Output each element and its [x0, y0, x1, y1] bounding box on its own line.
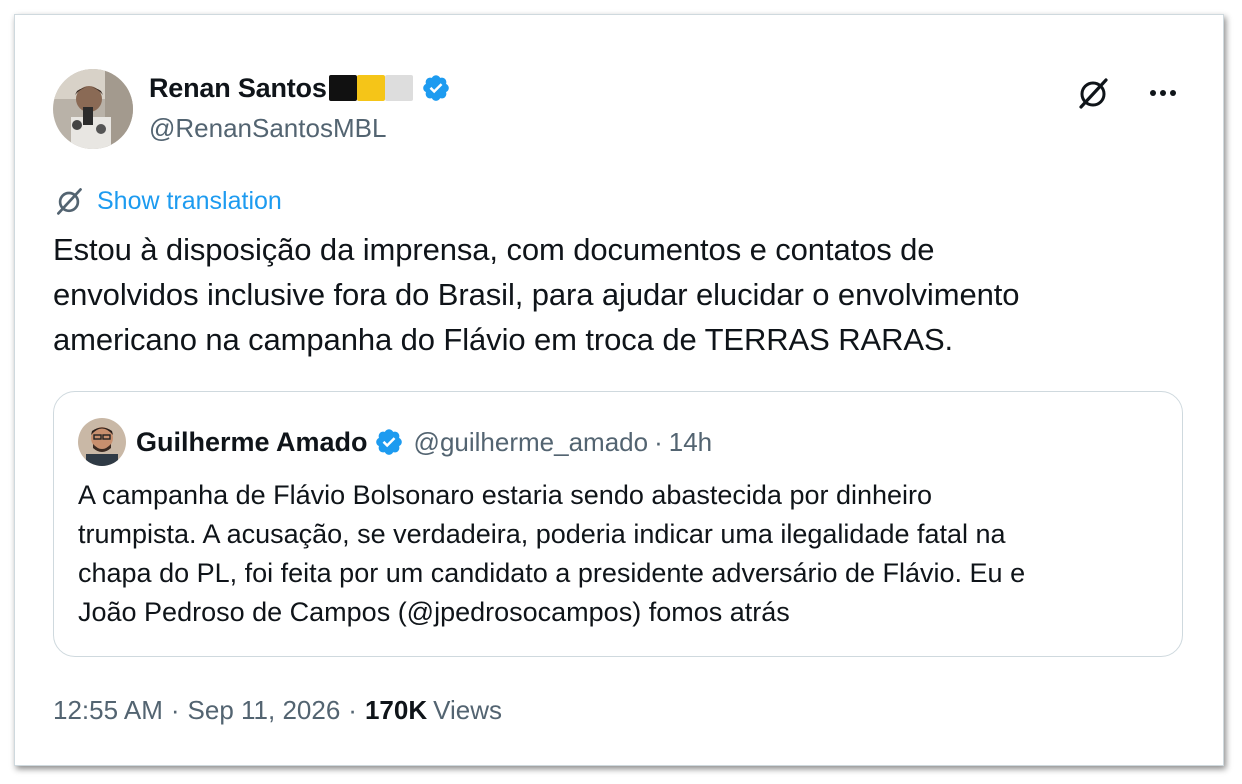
- more-icon: [1150, 90, 1176, 96]
- quote-text: A campanha de Flávio Bolsonaro estaria s…: [78, 476, 1168, 632]
- grok-button[interactable]: [1073, 73, 1113, 113]
- flag-black-square: [328, 75, 357, 101]
- quote-author-name[interactable]: Guilherme Amado: [136, 427, 368, 458]
- tweet-meta: 12:55 AM · Sep 11, 2026 · 170K Views: [53, 695, 502, 726]
- flag-yellow-square: [356, 75, 385, 101]
- tweet-text-line: americano na campanha do Flávio em troca…: [53, 322, 954, 357]
- verified-badge-icon: [422, 75, 449, 101]
- quote-author-handle[interactable]: @guilherme_amado: [414, 427, 649, 458]
- quote-text-line: João Pedroso de Campos (@jpedrosocampos)…: [78, 597, 790, 627]
- author-avatar[interactable]: [53, 69, 133, 149]
- grok-icon: [1079, 78, 1108, 109]
- tweet-text: Estou à disposição da imprensa, com docu…: [53, 227, 1193, 362]
- tweet-text-line: Estou à disposição da imprensa, com docu…: [53, 232, 935, 267]
- author-name[interactable]: Renan Santos: [149, 73, 327, 104]
- quote-timestamp[interactable]: 14h: [669, 427, 712, 458]
- tweet-text-line: envolvidos inclusive fora do Brasil, par…: [53, 277, 1020, 312]
- views-label: Views: [433, 695, 503, 725]
- tweet-date[interactable]: Sep 11, 2026: [188, 695, 341, 726]
- meta-separator: ·: [348, 695, 357, 725]
- translate-icon: [57, 188, 82, 215]
- translate-row[interactable]: Show translation: [53, 185, 282, 217]
- show-translation-link[interactable]: Show translation: [97, 187, 282, 216]
- quote-separator: ·: [654, 426, 663, 457]
- tweet-time[interactable]: 12:55 AM: [53, 695, 163, 726]
- flag-white-square: [384, 75, 413, 101]
- quote-text-line: A campanha de Flávio Bolsonaro estaria s…: [78, 480, 933, 510]
- author-avatar-image: [53, 69, 133, 149]
- author-name-row: Renan Santos: [149, 71, 451, 105]
- author-handle[interactable]: @RenanSantosMBL: [149, 113, 386, 144]
- quoted-tweet[interactable]: Guilherme Amado @guilherme_amado · 14h A…: [53, 391, 1183, 657]
- quote-text-line: chapa do PL, foi feita por um candidato …: [78, 558, 1026, 588]
- flag-emoji: [328, 75, 413, 101]
- views-count: 170K: [364, 695, 428, 725]
- quote-header: Guilherme Amado @guilherme_amado · 14h: [136, 424, 712, 460]
- meta-separator: ·: [170, 695, 180, 725]
- quote-avatar-image: [78, 418, 126, 466]
- quote-verified-badge-icon: [375, 429, 402, 455]
- quote-avatar[interactable]: [78, 418, 126, 466]
- header-actions: [1073, 73, 1183, 113]
- quote-text-line: trumpista. A acusação, se verdadeira, po…: [78, 519, 1006, 549]
- more-button[interactable]: [1143, 73, 1183, 113]
- tweet-card: Renan Santos @RenanSantosMBL Show transl…: [14, 14, 1224, 766]
